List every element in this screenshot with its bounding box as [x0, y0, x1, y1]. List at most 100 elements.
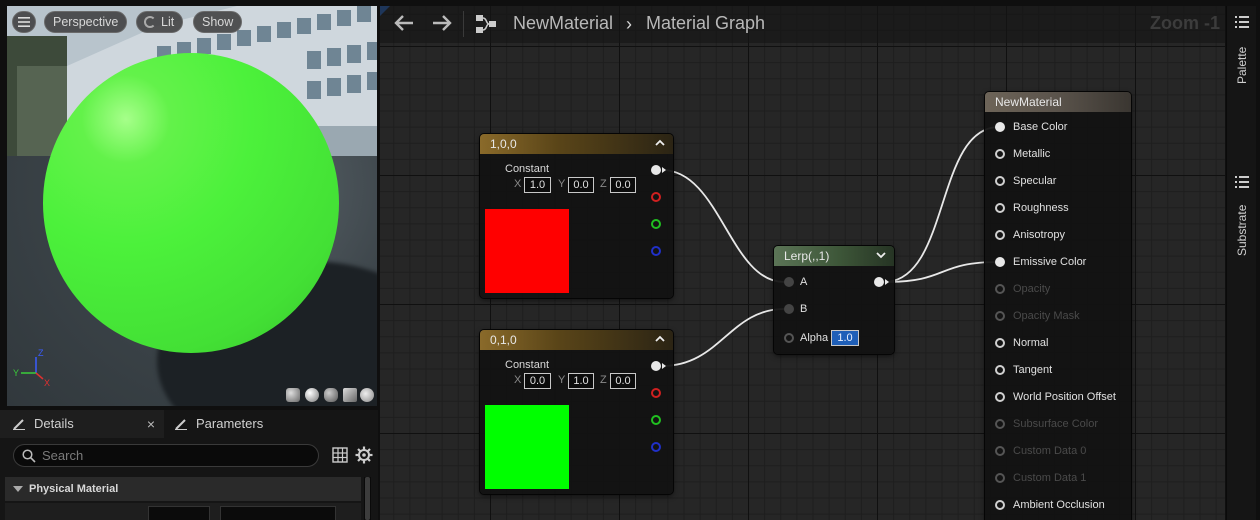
input-pin-b[interactable]: [784, 304, 794, 314]
material-input-pin[interactable]: [995, 284, 1005, 294]
output-pin-b[interactable]: [651, 246, 661, 256]
close-tab-button[interactable]: ×: [144, 410, 158, 438]
material-input-pin[interactable]: [995, 419, 1005, 429]
input-pin-a[interactable]: [784, 277, 794, 287]
input-pin-alpha[interactable]: [784, 333, 794, 343]
chevron-up-icon[interactable]: [655, 334, 665, 344]
wire-red-to-lerp-a: [661, 169, 785, 283]
material-input-label: Custom Data 0: [1013, 445, 1087, 457]
x-value-field[interactable]: 1.0: [524, 177, 551, 193]
output-pin-g[interactable]: [651, 415, 661, 425]
pin-label-a: A: [800, 276, 808, 288]
output-pin-rgb[interactable]: [651, 361, 661, 371]
y-label: Y: [558, 374, 566, 386]
output-pin-g[interactable]: [651, 219, 661, 229]
material-input-label: Opacity: [1013, 283, 1051, 295]
z-value-field[interactable]: 0.0: [610, 177, 636, 193]
lit-icon: [144, 16, 156, 28]
breadcrumb-material[interactable]: NewMaterial: [513, 13, 613, 34]
property-row: [5, 503, 361, 520]
physical-material-section[interactable]: Physical Material: [5, 477, 361, 501]
show-button[interactable]: Show: [193, 11, 243, 33]
lit-mode-button[interactable]: Lit: [136, 11, 184, 33]
material-graph-canvas[interactable]: NewMaterial › Material Graph Zoom -1 1,0…: [380, 6, 1225, 520]
node-header[interactable]: NewMaterial: [985, 92, 1131, 112]
preview-custom-mesh-icon[interactable]: [360, 388, 374, 402]
tab-details[interactable]: Details: [0, 410, 164, 438]
node-header[interactable]: Lerp(,,1): [774, 246, 894, 266]
material-input-pin[interactable]: [995, 338, 1005, 348]
material-input-label: Ambient Occlusion: [1013, 499, 1105, 511]
table-view-icon[interactable]: [332, 447, 348, 463]
output-pin-r[interactable]: [651, 192, 661, 202]
tab-parameters[interactable]: Parameters: [168, 410, 328, 438]
tab-palette[interactable]: Palette: [1227, 12, 1257, 84]
gear-icon[interactable]: [355, 446, 373, 464]
output-pin-rgb[interactable]: [651, 165, 661, 175]
preview-cylinder-icon[interactable]: [286, 388, 300, 402]
material-input-pin[interactable]: [995, 257, 1005, 267]
tab-substrate[interactable]: Substrate: [1227, 174, 1257, 258]
material-input-pin[interactable]: [995, 473, 1005, 483]
material-input-pin[interactable]: [995, 446, 1005, 456]
node-title: 1,0,0: [490, 137, 517, 151]
material-input-pin[interactable]: [995, 311, 1005, 321]
search-input[interactable]: [42, 447, 302, 464]
constant-node-red[interactable]: 1,0,0 Constant X 1.0 Y 0.0 Z 0.0: [480, 134, 673, 298]
material-input-label: Custom Data 1: [1013, 472, 1087, 484]
z-label: Z: [600, 374, 607, 386]
preview-cube-icon[interactable]: [343, 388, 357, 402]
material-input-pin[interactable]: [995, 500, 1005, 510]
details-scrollbar[interactable]: [364, 477, 371, 520]
perspective-button[interactable]: Perspective: [44, 11, 128, 33]
z-value-field[interactable]: 0.0: [610, 373, 636, 389]
output-pin[interactable]: [874, 277, 884, 287]
node-title: Lerp(,,1): [784, 249, 830, 263]
material-input-label: Subsurface Color: [1013, 418, 1098, 430]
details-panel: Details × Parameters Physical Material: [0, 410, 378, 520]
output-pin-b[interactable]: [651, 442, 661, 452]
zoom-indicator: Zoom -1: [1150, 13, 1220, 33]
alpha-value-field[interactable]: 1.0: [831, 330, 859, 346]
material-input-label: Roughness: [1013, 202, 1069, 214]
material-input-pin[interactable]: [995, 230, 1005, 240]
material-input-pin[interactable]: [995, 203, 1005, 213]
node-header[interactable]: 1,0,0: [480, 134, 673, 154]
property-value-box[interactable]: [220, 506, 336, 520]
material-input-pin[interactable]: [995, 149, 1005, 159]
hamburger-icon: [18, 17, 30, 27]
tab-substrate-label: Substrate: [1235, 204, 1249, 256]
material-input-pin[interactable]: [995, 176, 1005, 186]
graph-toolbar: NewMaterial › Material Graph Zoom -1: [380, 6, 1225, 43]
chevron-up-icon[interactable]: [655, 138, 665, 148]
y-value-field[interactable]: 1.0: [568, 373, 594, 389]
material-input-label: Anisotropy: [1013, 229, 1065, 241]
back-arrow-icon[interactable]: [393, 12, 415, 34]
material-input-pin[interactable]: [995, 392, 1005, 402]
property-value-box[interactable]: [148, 506, 210, 520]
pin-arrow-icon: [662, 167, 666, 173]
pencil-icon: [13, 419, 25, 430]
x-value-field[interactable]: 0.0: [524, 373, 551, 389]
output-pin-r[interactable]: [651, 388, 661, 398]
material-input-pin[interactable]: [995, 122, 1005, 132]
node-header[interactable]: 0,1,0: [480, 330, 673, 350]
scrollbar-thumb[interactable]: [365, 477, 370, 520]
viewport-menu-button[interactable]: [12, 11, 36, 33]
node-label: Constant: [505, 163, 550, 175]
material-result-node[interactable]: NewMaterial Base Color Metallic Specular Ro…: [985, 92, 1131, 520]
node-title: NewMaterial: [995, 95, 1062, 109]
lerp-node[interactable]: Lerp(,,1) A B Alpha 1.0: [774, 246, 894, 354]
material-input-pin[interactable]: [995, 365, 1005, 375]
details-search[interactable]: [13, 444, 319, 467]
constant-node-green[interactable]: 0,1,0 Constant X 0.0 Y 1.0 Z 0.0: [480, 330, 673, 494]
y-value-field[interactable]: 0.0: [568, 177, 594, 193]
chevron-down-icon[interactable]: [876, 250, 886, 260]
forward-arrow-icon[interactable]: [431, 12, 453, 34]
preview-plane-icon[interactable]: [324, 388, 338, 402]
node-label: Constant: [505, 359, 550, 371]
breadcrumb-graph[interactable]: Material Graph: [646, 13, 765, 34]
material-preview-viewport[interactable]: Perspective Lit Show Z Y X: [7, 6, 377, 406]
wire-green-to-lerp-b: [661, 308, 785, 367]
preview-sphere-icon[interactable]: [305, 388, 319, 402]
